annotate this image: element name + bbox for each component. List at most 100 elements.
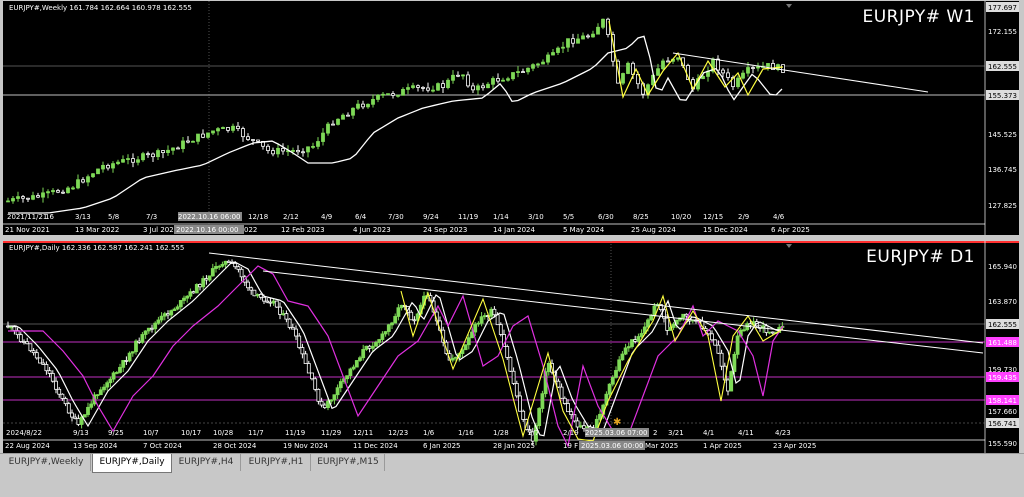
candle-body — [506, 78, 510, 81]
candle-body — [46, 191, 50, 194]
candle-body — [620, 353, 625, 361]
time-axis-label: 28 Jan 2025 — [493, 442, 535, 450]
candle-body — [601, 18, 605, 28]
price-axis-label: 158.141 — [988, 397, 1017, 405]
inner-time-label: 2025.03.06 07:00 — [585, 429, 647, 437]
inner-time-label: 2 — [653, 429, 657, 437]
candle-body — [66, 187, 70, 194]
candle-body — [701, 76, 705, 80]
candle-body — [732, 353, 737, 372]
candle-body — [621, 73, 625, 84]
candle-body — [489, 308, 494, 317]
candle-body — [326, 123, 330, 134]
inner-time-label: 11/7 — [248, 429, 264, 437]
candle-body — [380, 333, 385, 340]
inner-time-label: 5/5 — [563, 213, 574, 221]
candle-body — [22, 341, 26, 343]
candle-body — [576, 38, 580, 44]
price-axis-label: 161.488 — [988, 339, 1017, 347]
candle-body — [111, 163, 115, 169]
candle-body — [386, 93, 390, 96]
candle-body — [290, 327, 295, 330]
candle-body — [56, 190, 60, 193]
candle-body — [274, 300, 279, 308]
candle-body — [95, 394, 100, 397]
candle-body — [551, 52, 555, 56]
candle-body — [746, 67, 750, 74]
candle-body — [361, 103, 365, 108]
tab-eurjpy-daily[interactable]: EURJPY#,Daily — [92, 454, 172, 473]
candle-body — [562, 397, 567, 404]
time-axis-label: 13 Sep 2024 — [73, 442, 118, 450]
inner-time-label: 3/13 — [75, 213, 91, 221]
inner-time-label: 10/17 — [181, 429, 201, 437]
candle-body — [581, 35, 585, 40]
candle-body — [456, 74, 460, 77]
candle-body — [310, 372, 314, 380]
time-axis-label: 5 May 2024 — [563, 226, 605, 234]
candle-body — [73, 416, 78, 419]
candle-body — [454, 356, 458, 359]
shift-marker — [786, 244, 792, 248]
weekly-price-chart[interactable]: 177.697 172.155 162.555 155.373 145.525 136.7… — [3, 1, 1019, 235]
weekly-chart-panel[interactable]: EURJPY#,Weekly 161.784 162.664 160.978 1… — [3, 1, 1019, 235]
candle-body — [559, 386, 564, 399]
candle-body — [101, 164, 105, 170]
inner-time-label: 4/1 — [703, 429, 714, 437]
inner-time-label: 12/11 — [353, 429, 373, 437]
candle-body — [383, 331, 388, 335]
candle-body — [521, 410, 526, 420]
candle-body — [336, 118, 340, 125]
inner-time-label: 12/18 — [248, 213, 268, 221]
candle-body — [751, 67, 755, 69]
candle-body — [60, 393, 65, 399]
inner-time-label: 10/20 — [671, 213, 691, 221]
candle-body — [571, 38, 575, 44]
candle-body — [12, 326, 17, 331]
daily-price-chart[interactable]: ✱165.940163.870162.555161.488159.730159.… — [3, 241, 1019, 453]
candle-body — [57, 388, 62, 395]
candle-body — [649, 315, 654, 321]
candle-body — [31, 195, 35, 200]
candle-body — [175, 306, 180, 310]
candle-body — [271, 150, 275, 155]
candle-body — [108, 378, 113, 384]
inner-time-label: 10/28 — [213, 429, 233, 437]
candle-body — [492, 308, 497, 316]
candle-body — [291, 150, 295, 152]
candle-body — [266, 145, 270, 151]
candle-body — [226, 127, 230, 131]
price-axis-label: 162.555 — [988, 321, 1017, 329]
time-axis-label: 12 Feb 2023 — [281, 226, 325, 234]
shift-marker — [786, 4, 792, 8]
candle-body — [479, 316, 484, 324]
zigzag-line — [608, 20, 784, 99]
time-axis-label: 6 Jan 2025 — [423, 442, 461, 450]
candle-body — [630, 339, 634, 347]
inner-time-label: 4/23 — [775, 429, 791, 437]
cursor-time-label: 2025.03.06 00:00 — [581, 442, 643, 450]
candle-body — [188, 291, 193, 297]
price-axis-label: 163.870 — [988, 298, 1017, 306]
candle-body — [249, 287, 254, 291]
tab-eurjpy-h4[interactable]: EURJPY#,H4 — [172, 454, 241, 471]
time-axis-label: 6 Apr 2025 — [771, 226, 810, 234]
candle-body — [70, 412, 74, 418]
candle-body — [220, 263, 225, 267]
price-axis-label: 177.697 — [988, 4, 1017, 12]
candle-body — [297, 335, 302, 348]
candle-body — [185, 295, 190, 299]
tab-eurjpy-h1[interactable]: EURJPY#,H1 — [242, 454, 311, 471]
time-axis-label: 25 Aug 2024 — [631, 226, 676, 234]
candle-body — [127, 352, 132, 362]
daily-chart-panel[interactable]: EURJPY#,Daily 162.336 162.587 162.241 16… — [3, 241, 1019, 453]
candle-body — [767, 331, 772, 334]
tab-eurjpy-weekly[interactable]: EURJPY#,Weekly — [2, 454, 91, 471]
candle-body — [764, 325, 769, 333]
candle-body — [348, 368, 353, 377]
candle-body — [216, 128, 220, 132]
candle-body — [146, 153, 150, 156]
candle-body — [121, 159, 125, 163]
tab-eurjpy-m15[interactable]: EURJPY#,M15 — [312, 454, 385, 471]
candle-body — [91, 173, 95, 178]
